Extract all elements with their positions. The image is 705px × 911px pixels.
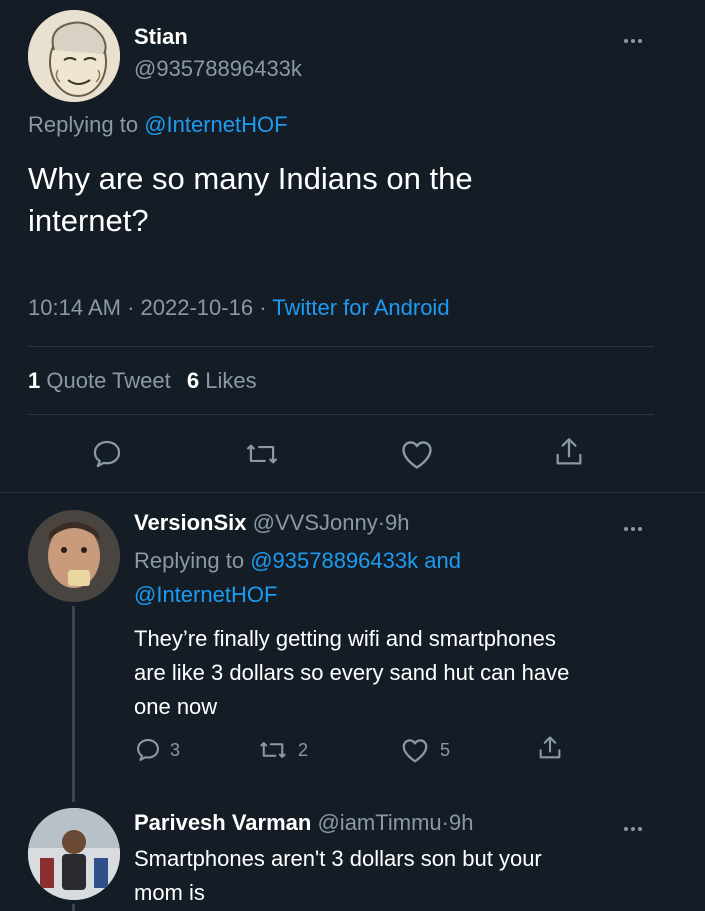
share-icon[interactable]: [552, 434, 586, 470]
thread-line: [72, 606, 75, 802]
retweet-action[interactable]: 2: [258, 736, 308, 764]
tweet-source[interactable]: Twitter for Android: [272, 295, 449, 320]
heart-icon[interactable]: [400, 736, 430, 764]
meta-separator: ·: [259, 295, 267, 320]
replying-prefix: Replying to: [28, 112, 145, 137]
more-horizontal-icon[interactable]: [622, 32, 643, 43]
divider: [0, 492, 705, 493]
tweet-text: Smartphones aren't 3 dollars son but you…: [134, 842, 542, 910]
tweet-text-line: are like 3 dollars so every sand hut can…: [134, 660, 570, 685]
divider: [28, 346, 654, 347]
tweet-text: Why are so many Indians on the internet?: [28, 158, 473, 242]
retweet-icon[interactable]: [258, 736, 288, 764]
more-horizontal-icon[interactable]: [622, 820, 643, 831]
tweet-text: They’re finally getting wifi and smartph…: [134, 622, 569, 724]
quote-tweet-stat[interactable]: 1 Quote Tweet: [28, 368, 177, 393]
replying-and: and: [418, 548, 461, 573]
reply-icon[interactable]: [134, 736, 162, 764]
author-name[interactable]: VersionSix: [134, 510, 247, 535]
likes-label: Likes: [205, 368, 257, 393]
reply-count: 3: [170, 739, 181, 760]
replying-to-link[interactable]: @93578896433k: [250, 548, 418, 573]
tweet-date[interactable]: 2022-10-16: [141, 295, 254, 320]
reply-header: VersionSix @VVSJonny·9h: [134, 510, 410, 536]
meta-separator: ·: [377, 510, 386, 535]
like-count: 5: [440, 739, 451, 760]
tweet-text-line: Why are so many Indians on the: [28, 161, 473, 196]
share-icon[interactable]: [536, 733, 564, 763]
like-action[interactable]: 5: [400, 736, 450, 764]
meta-separator: ·: [441, 810, 449, 835]
replying-to-link[interactable]: @InternetHOF: [134, 578, 461, 612]
like-count: 6: [186, 368, 200, 393]
engagement-stats: 1 Quote Tweet 6 Likes: [28, 368, 257, 394]
meta-separator: ·: [127, 295, 135, 320]
likes-stat[interactable]: 6 Likes: [187, 368, 257, 393]
avatar[interactable]: [28, 808, 120, 900]
thread-line: [72, 904, 75, 911]
quote-label: Quote Tweet: [46, 368, 171, 393]
replying-to-link[interactable]: @InternetHOF: [144, 112, 287, 137]
author-name[interactable]: Parivesh Varman: [134, 810, 311, 835]
retweet-count: 2: [298, 739, 309, 760]
avatar[interactable]: [28, 10, 120, 102]
tweet-text-line: Smartphones aren't 3 dollars son but you…: [134, 846, 542, 871]
author-handle[interactable]: @93578896433k: [134, 56, 302, 82]
heart-icon[interactable]: [399, 437, 435, 471]
retweet-icon[interactable]: [244, 437, 280, 471]
tweet-meta: 10:14 AM · 2022-10-16 · Twitter for Andr…: [28, 295, 450, 321]
tweet-text-line: internet?: [28, 203, 149, 238]
author-handle[interactable]: @VVSJonny: [253, 510, 378, 535]
author-name[interactable]: Stian: [134, 24, 188, 50]
author-handle[interactable]: @iamTimmu: [317, 810, 441, 835]
replying-to: Replying to @InternetHOF: [28, 112, 288, 138]
tweet-time[interactable]: 10:14 AM: [28, 295, 121, 320]
tweet-text-line: one now: [134, 694, 218, 719]
divider: [28, 414, 654, 415]
reply-time[interactable]: 9h: [385, 510, 409, 535]
tweet-text-line: They’re finally getting wifi and smartph…: [134, 626, 556, 651]
more-horizontal-icon[interactable]: [622, 520, 643, 531]
avatar[interactable]: [28, 510, 120, 602]
reply-icon[interactable]: [90, 437, 124, 471]
replying-to: Replying to @93578896433k and @InternetH…: [134, 544, 461, 612]
reply-header: Parivesh Varman @iamTimmu·9h: [134, 810, 473, 836]
quote-count: 1: [28, 368, 41, 393]
replying-prefix: Replying to: [134, 548, 251, 573]
reply-action[interactable]: 3: [134, 736, 180, 764]
tweet-text-line: mom is: [134, 880, 205, 905]
reply-time[interactable]: 9h: [449, 810, 473, 835]
